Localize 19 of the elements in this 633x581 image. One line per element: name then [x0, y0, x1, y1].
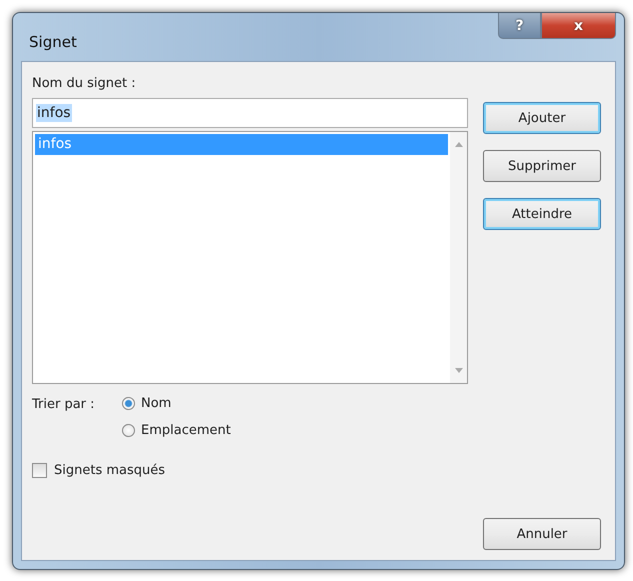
- name-field[interactable]: infos: [32, 98, 468, 128]
- radio-button[interactable]: [122, 397, 135, 410]
- cancel-button[interactable]: Annuler: [483, 518, 601, 550]
- field-value: infos: [36, 104, 72, 122]
- dialog-button[interactable]: Atteindre: [483, 198, 601, 230]
- sort-label: Trier par :: [32, 396, 96, 414]
- window-title: Signet: [29, 33, 77, 51]
- radio-label: Nom: [141, 396, 172, 411]
- dialog-button[interactable]: Supprimer: [483, 150, 601, 182]
- scrollbar[interactable]: [450, 132, 467, 383]
- close-button[interactable]: x: [541, 13, 616, 39]
- checkbox[interactable]: [32, 463, 47, 478]
- scroll-up-icon[interactable]: [454, 142, 462, 147]
- scroll-down-icon[interactable]: [454, 368, 462, 373]
- radio-label: Emplacement: [141, 423, 231, 438]
- radio-button[interactable]: [122, 424, 135, 437]
- field-label: Nom du signet :: [32, 76, 137, 92]
- checkbox-label: Signets masqués: [54, 463, 166, 478]
- dialog-button[interactable]: Ajouter: [483, 102, 601, 134]
